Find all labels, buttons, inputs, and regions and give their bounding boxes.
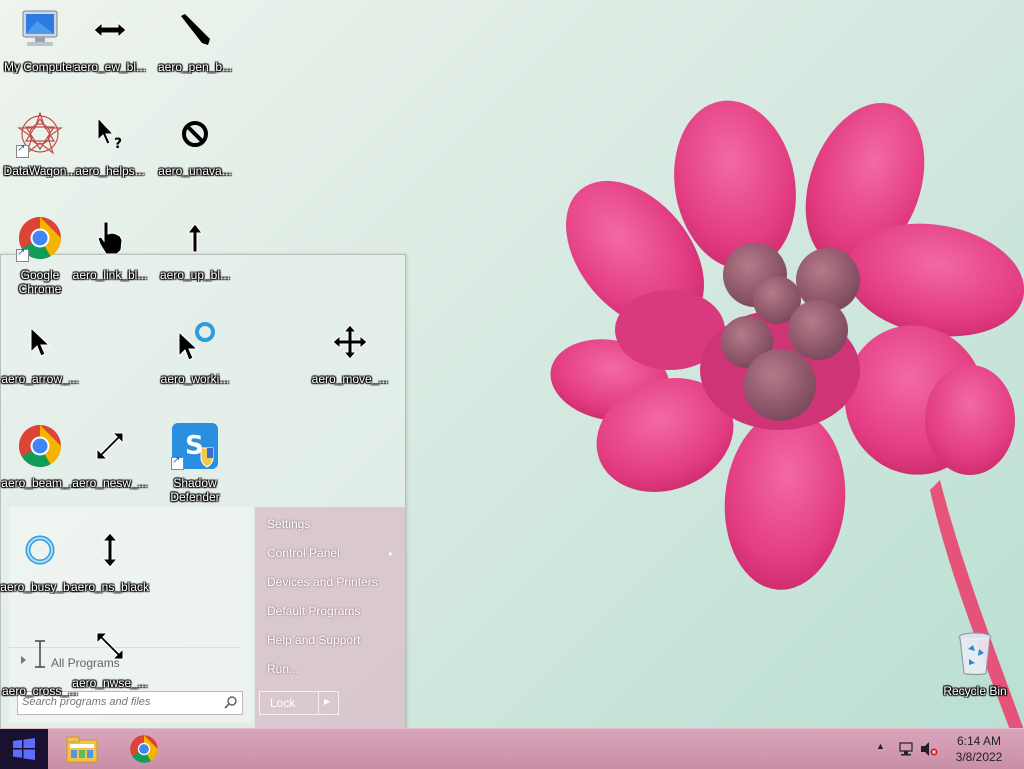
start-menu-settings[interactable]: Settings bbox=[267, 517, 310, 531]
desktop-icon-label: aero_worki... bbox=[160, 372, 230, 386]
desktop-icon-label: aero_ew_bl... bbox=[73, 60, 147, 74]
resize-diagonal-nwse-cursor-icon bbox=[96, 632, 124, 660]
desktop-icon-aero-ew[interactable]: aero_ew_bl... bbox=[70, 6, 150, 74]
desktop-icon-label: Shadow Defender bbox=[170, 476, 220, 504]
move-cursor-icon bbox=[332, 324, 368, 360]
desktop-icon-aero-busy[interactable]: aero_busy_b... bbox=[0, 526, 80, 594]
desktop-icon-label: Recycle Bin bbox=[943, 684, 1007, 698]
svg-text:?: ? bbox=[114, 136, 122, 152]
lock-divider bbox=[318, 692, 319, 714]
shortcut-arrow-icon bbox=[16, 143, 29, 158]
power-options-arrow-icon[interactable]: ▶ bbox=[324, 697, 330, 706]
desktop-icon-label: aero_pen_b... bbox=[157, 60, 233, 74]
desktop-icon-label: aero_unava... bbox=[158, 164, 232, 178]
network-icon[interactable] bbox=[898, 741, 914, 757]
chrome-icon bbox=[18, 425, 62, 468]
start-menu-help-support[interactable]: Help and Support bbox=[267, 633, 360, 647]
resize-vertical-cursor-icon bbox=[102, 532, 118, 568]
desktop-icon-aero-beam[interactable]: aero_beam_... bbox=[0, 422, 80, 490]
desktop-icon-my-computer[interactable]: My Computer bbox=[0, 6, 80, 74]
chrome-icon bbox=[130, 735, 158, 763]
desktop-icon-aero-ns[interactable]: aero_ns_black bbox=[70, 526, 150, 594]
start-button[interactable] bbox=[0, 729, 48, 769]
desktop-icon-google-chrome[interactable]: Google Chrome bbox=[0, 214, 80, 296]
start-menu-run[interactable]: Run... bbox=[267, 662, 299, 676]
control-panel-submenu-arrow[interactable]: ▸ bbox=[389, 549, 393, 558]
unavailable-cursor-icon bbox=[182, 121, 208, 147]
shortcut-arrow-icon bbox=[16, 247, 29, 262]
desktop-icon-shadow-defender[interactable]: S Shadow Defender bbox=[155, 422, 235, 504]
desktop-icon-label: aero_move_... bbox=[311, 372, 389, 386]
file-explorer-icon bbox=[66, 736, 98, 763]
desktop-icon-recycle-bin[interactable]: Recycle Bin bbox=[935, 630, 1015, 698]
desktop-icon-label: aero_busy_b... bbox=[0, 580, 80, 594]
working-cursor-icon bbox=[178, 322, 215, 361]
taskbar-file-explorer[interactable] bbox=[56, 731, 108, 767]
help-select-cursor-icon: ? bbox=[97, 116, 122, 152]
desktop-icon-label: aero_arrow_... bbox=[1, 372, 79, 386]
desktop-icon-label: aero_helps... bbox=[75, 164, 145, 178]
desktop-icon-label: Google Chrome bbox=[18, 268, 62, 296]
start-menu-devices-printers[interactable]: Devices and Printers bbox=[267, 575, 378, 589]
taskbar-chrome[interactable] bbox=[118, 731, 170, 767]
desktop-icon-label: My Computer bbox=[3, 60, 77, 74]
lock-label: Lock bbox=[270, 696, 296, 710]
volume-muted-icon[interactable] bbox=[920, 741, 938, 757]
desktop-icon-label: DataWagon... bbox=[3, 164, 77, 178]
shortcut-arrow-icon bbox=[171, 455, 184, 470]
windows-logo-icon bbox=[13, 738, 35, 760]
clock-time: 6:14 AM bbox=[956, 734, 1002, 748]
desktop-icon-aero-arrow[interactable]: aero_arrow_... bbox=[0, 318, 80, 386]
desktop-icon-aero-helpsel[interactable]: ? aero_helps... bbox=[70, 110, 150, 178]
desktop-icon-label: aero_beam_... bbox=[1, 476, 79, 490]
taskbar-clock[interactable]: 6:14 AM 3/8/2022 bbox=[944, 733, 1014, 765]
desktop-icon-label: aero_nwse_... bbox=[72, 676, 148, 690]
clock-date: 3/8/2022 bbox=[955, 750, 1003, 764]
desktop-icon-aero-nwse[interactable]: aero_nwse_... bbox=[70, 622, 150, 690]
desktop-icon-aero-working[interactable]: aero_worki... bbox=[155, 318, 235, 386]
text-beam-cursor-icon bbox=[35, 640, 45, 668]
desktop-icon-label: aero_cross_... bbox=[1, 684, 79, 698]
arrow-cursor-icon bbox=[30, 326, 51, 357]
desktop-icon-label: aero_nesw_... bbox=[72, 476, 148, 490]
desktop-icon-label: aero_link_bl... bbox=[72, 268, 148, 282]
desktop-icon-label: aero_ns_black bbox=[70, 580, 150, 594]
start-menu-control-panel[interactable]: Control Panel bbox=[267, 546, 340, 560]
desktop-icon-aero-unavail[interactable]: aero_unava... bbox=[155, 110, 235, 178]
desktop-icon-aero-link[interactable]: aero_link_bl... bbox=[70, 214, 150, 282]
pen-cursor-icon bbox=[181, 14, 210, 45]
search-icon[interactable] bbox=[224, 695, 238, 709]
desktop-icon-aero-move[interactable]: aero_move_... bbox=[310, 318, 390, 386]
show-hidden-icons-button[interactable]: ▲ bbox=[876, 741, 885, 751]
desktop-icon-label: aero_up_bl... bbox=[159, 268, 231, 282]
up-arrow-cursor-icon bbox=[187, 223, 203, 253]
recycle-bin-icon bbox=[958, 632, 992, 676]
busy-cursor-icon bbox=[25, 535, 55, 565]
resize-diagonal-nesw-cursor-icon bbox=[96, 432, 124, 460]
desktop-icon-aero-cross[interactable]: aero_cross_... bbox=[0, 630, 80, 698]
my-computer-icon bbox=[22, 10, 58, 46]
desktop-icon-datawagon[interactable]: DataWagon... bbox=[0, 110, 80, 178]
desktop-icon-aero-nesw[interactable]: aero_nesw_... bbox=[70, 422, 150, 490]
start-menu-default-programs[interactable]: Default Programs bbox=[267, 604, 360, 618]
desktop-icon-aero-pen[interactable]: aero_pen_b... bbox=[155, 6, 235, 74]
lock-button[interactable]: Lock ▶ bbox=[259, 691, 339, 715]
resize-horizontal-cursor-icon bbox=[93, 22, 127, 38]
desktop-icon-aero-up[interactable]: aero_up_bl... bbox=[155, 214, 235, 282]
hand-link-cursor-icon bbox=[97, 221, 123, 255]
taskbar: ▲ 6:14 AM 3/8/2022 bbox=[0, 728, 1024, 769]
